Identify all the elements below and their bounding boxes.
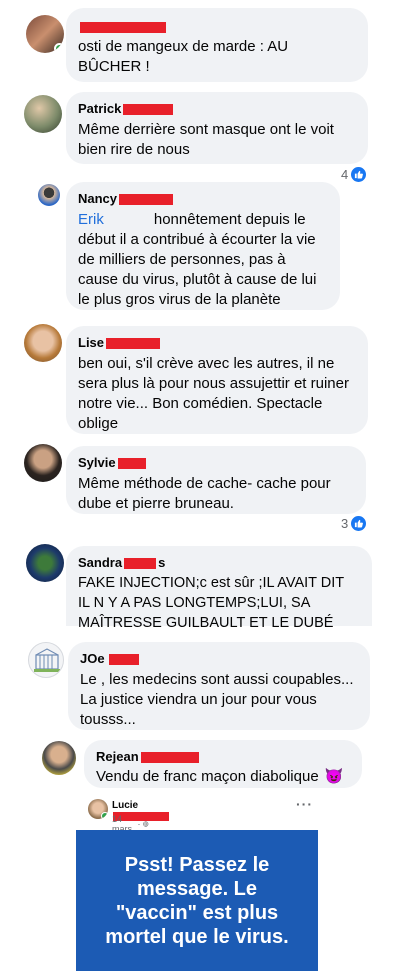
- commenter-name[interactable]: Patrick: [78, 100, 174, 117]
- comment-text-line: Vendu de franc maçon diabolique: [96, 768, 319, 785]
- reaction-count[interactable]: 3: [341, 516, 367, 531]
- comment-text: FAKE INJECTION;c est sûr ;IL AVAIT DIT I…: [78, 573, 360, 633]
- reaction-count-label: 4: [341, 167, 349, 182]
- comment-text: Erik honnêtement depuis le début il a co…: [78, 210, 328, 310]
- post-image[interactable]: Psst! Passez le message. Le "vaccin" est…: [76, 830, 318, 971]
- redaction-mark: [106, 338, 161, 350]
- comment-text-line: Erik honnêtement depuis le: [78, 211, 306, 228]
- comment-bubble: Sandra s FAKE INJECTION;c est sûr ;IL AVA…: [66, 546, 372, 631]
- online-status-icon: [54, 43, 64, 53]
- separator-dot: ·: [137, 819, 141, 829]
- comment-text-line: FAKE INJECTION;c est sûr ;IL AVAIT DIT: [78, 575, 345, 591]
- comment-text: Le , les medecins sont aussi coupables..…: [80, 670, 358, 730]
- like-icon: [351, 167, 367, 182]
- redaction-mark: [123, 104, 174, 116]
- comment-bubble: Nancy Erik honnêtement depuis le début i…: [66, 182, 340, 310]
- redaction-mark: [124, 558, 157, 570]
- comment-text: Même derrière sont masque ont le voit bi…: [78, 120, 356, 160]
- comment-text-line: La justice viendra un jour pour vous: [80, 691, 317, 708]
- comment-text-line: dube et pierre bruneau.: [78, 495, 234, 512]
- redaction-mark: [119, 194, 174, 206]
- redaction-mark: [108, 654, 139, 666]
- comment-text-line: Même derrière sont masque ont le voit: [78, 121, 334, 138]
- commenter-name[interactable]: JOe: [80, 650, 139, 667]
- comment-text: Même méthode de cache- cache pour dube e…: [78, 474, 354, 514]
- more-options-icon[interactable]: ···: [296, 796, 313, 812]
- reaction-count-label: 3: [341, 516, 349, 531]
- comment-bubble: JOe Le , les medecins sont aussi coupabl…: [68, 642, 370, 730]
- comment-text-line: bien rire de nous: [78, 141, 190, 158]
- avatar-image: [34, 648, 60, 672]
- devil-emoji-icon: 😈: [324, 768, 344, 785]
- comment-text-line: osti de mangeux de marde : AU: [78, 38, 289, 55]
- comment-bubble: Rejean Vendu de franc maçon diabolique 😈: [84, 740, 362, 788]
- comment-text: Vendu de franc maçon diabolique 😈: [96, 767, 350, 787]
- avatar[interactable]: [38, 184, 60, 206]
- post-author-avatar[interactable]: [88, 799, 108, 819]
- avatar[interactable]: [24, 324, 62, 362]
- comment-text-line: ben oui, s'il crève avec les autres, il …: [78, 355, 335, 372]
- comment-text-line: notre vie... Bon comédien. Spectacle: [78, 395, 323, 412]
- comment-text: ben oui, s'il crève avec les autres, il …: [78, 354, 356, 434]
- globe-icon: [143, 821, 149, 827]
- commenter-name[interactable]: Lise: [78, 334, 161, 351]
- mention-link[interactable]: Erik: [78, 211, 104, 228]
- comment-text-line: tousss...: [80, 711, 136, 728]
- comment-text-line: Le , les medecins sont aussi coupables..…: [80, 671, 354, 688]
- avatar[interactable]: [26, 544, 64, 582]
- like-icon: [351, 516, 367, 531]
- avatar[interactable]: [42, 741, 76, 775]
- comment-bubble: osti de mangeux de marde : AU BÛCHER !: [66, 8, 368, 82]
- comment-text-line: sera plus là pour nous assujettir et rui…: [78, 375, 349, 392]
- comment-bubble: Lise ben oui, s'il crève avec les autres…: [66, 326, 368, 434]
- avatar[interactable]: [28, 642, 64, 678]
- comment-text: osti de mangeux de marde : AU BÛCHER !: [78, 37, 356, 77]
- comment-text-line: début il a contribué à écourter la vie: [78, 231, 316, 248]
- comment-text-line: Même méthode de cache- cache pour: [78, 475, 331, 492]
- redaction-mark: [117, 458, 146, 470]
- comment-text-line: MAÎTRESSE GUILBAULT ET LE DUBÉ: [78, 615, 334, 631]
- online-status-icon: [101, 812, 108, 819]
- commenter-name[interactable]: Sylvie: [78, 454, 146, 471]
- redaction-mark: [80, 22, 166, 33]
- comment-text-line: IL N Y A PAS LONGTEMPS;LUI, SA: [78, 595, 311, 611]
- avatar[interactable]: [26, 15, 64, 53]
- redaction-mark: [140, 752, 199, 764]
- commenter-name[interactable]: Sandra s: [78, 554, 165, 571]
- comment-text-line: de milliers de personnes, pas à: [78, 251, 286, 268]
- avatar[interactable]: [24, 444, 62, 482]
- comment-bubble: Patrick Même derrière sont masque ont le…: [66, 92, 368, 164]
- commenter-name[interactable]: Nancy: [78, 190, 174, 207]
- commenter-name[interactable]: Rejean: [96, 748, 199, 765]
- comment-text-line: le plus gros virus de la planète: [78, 291, 281, 308]
- reaction-count[interactable]: 4: [341, 167, 367, 182]
- comment-text-line: oblige: [78, 415, 119, 432]
- avatar[interactable]: [24, 95, 62, 133]
- comment-text-line: cause du virus, plutôt à cause de lui: [78, 271, 317, 288]
- comment-bubble: Sylvie Même méthode de cache- cache pour…: [66, 446, 366, 514]
- post-image-text: Psst! Passez le message. Le "vaccin" est…: [105, 853, 289, 948]
- comment-text-line: BÛCHER !: [78, 58, 150, 75]
